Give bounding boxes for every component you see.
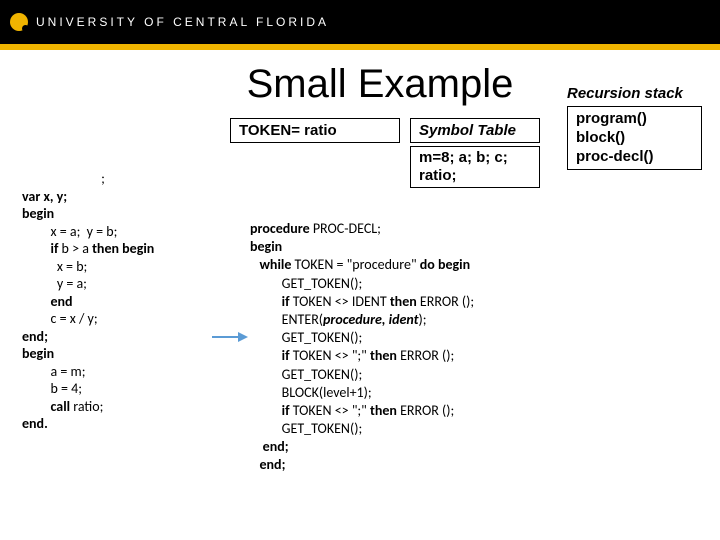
recursion-item: block() — [576, 129, 693, 148]
arrow-icon — [212, 332, 248, 342]
left-source-code: ; var x, y; begin x = a; y = b; if b > a… — [22, 170, 154, 433]
symbol-table-title-box: Symbol Table — [410, 118, 540, 143]
recursion-item: proc-decl() — [576, 148, 693, 167]
recursion-item: program() — [576, 110, 693, 129]
ucf-logo-icon — [10, 13, 28, 31]
university-name: UNIVERSITY OF CENTRAL FLORIDA — [36, 15, 329, 29]
right-procedure-code: procedure PROC-DECL; begin while TOKEN =… — [250, 220, 474, 475]
recursion-stack-box: program() block() proc-decl() — [567, 106, 702, 170]
token-box: TOKEN= ratio — [230, 118, 400, 143]
recursion-stack-title: Recursion stack — [567, 85, 702, 102]
gold-divider — [0, 44, 720, 50]
symbol-table-content-box: m=8; a; b; c; ratio; — [410, 146, 540, 188]
header-bar: UNIVERSITY OF CENTRAL FLORIDA — [0, 0, 720, 44]
